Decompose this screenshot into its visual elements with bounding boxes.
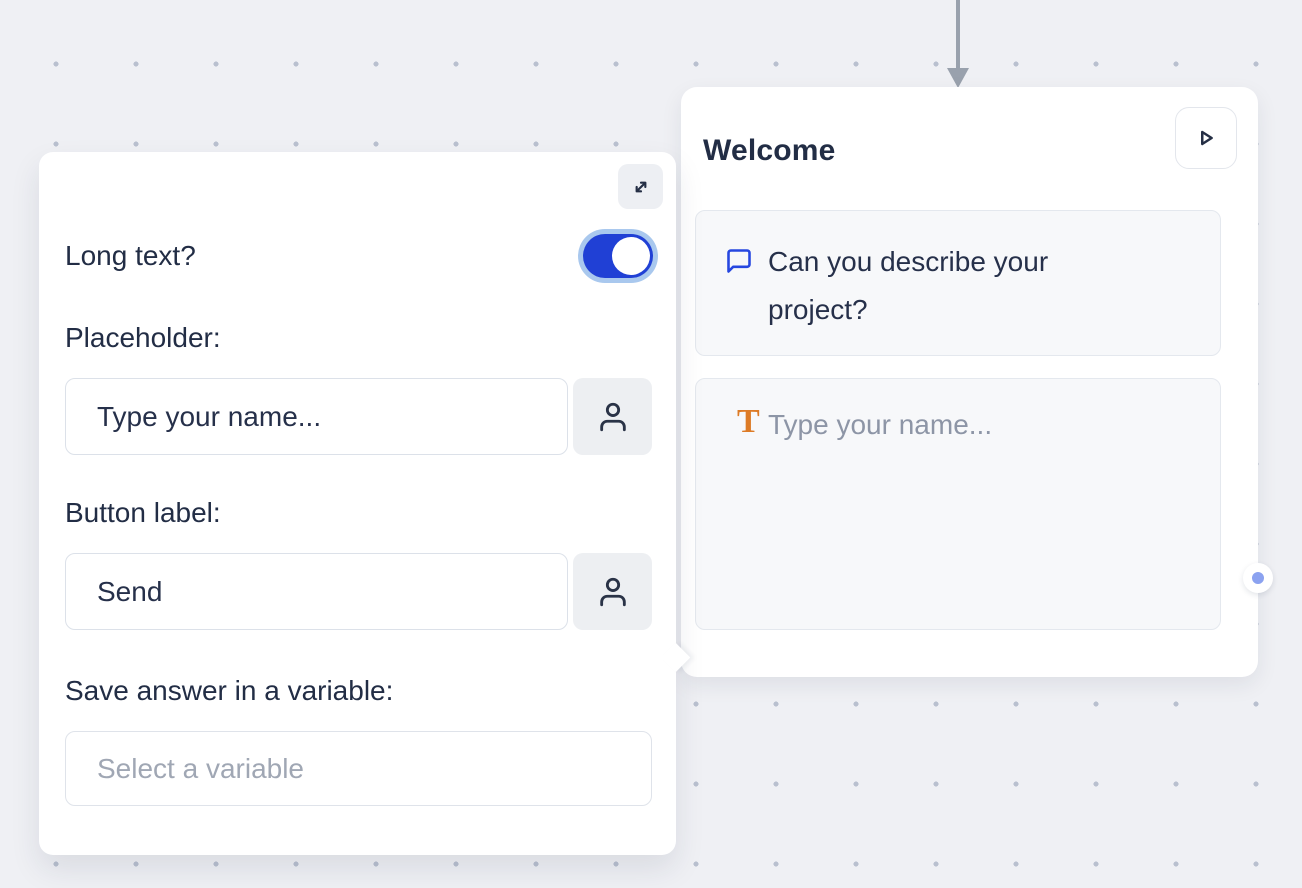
text-input-block[interactable]: T Type your name...: [695, 378, 1221, 630]
text-bubble-block[interactable]: Can you describe your project?: [695, 210, 1221, 356]
save-variable-label: Save answer in a variable:: [65, 675, 393, 707]
play-icon: [1191, 123, 1221, 153]
insert-variable-button-label[interactable]: [573, 553, 652, 630]
text-input-icon: T: [737, 403, 760, 441]
group-title: Welcome: [703, 134, 836, 168]
connection-point[interactable]: [1243, 563, 1273, 593]
chat-bubble-icon: [725, 247, 753, 275]
button-label-label: Button label:: [65, 497, 221, 529]
bubble-text: Can you describe your project?: [768, 238, 1138, 334]
placeholder-label: Placeholder:: [65, 322, 221, 354]
expand-diagonal-icon: [628, 174, 654, 200]
user-icon: [596, 400, 630, 434]
toggle-knob: [612, 237, 650, 275]
play-button[interactable]: [1175, 107, 1237, 169]
settings-popover: Long text? Placeholder: Button label: Sa…: [39, 152, 676, 855]
flow-canvas[interactable]: Welcome Can you describe your project? T…: [0, 0, 1302, 888]
expand-button[interactable]: [618, 164, 663, 209]
insert-variable-button-placeholder[interactable]: [573, 378, 652, 455]
user-icon: [596, 575, 630, 609]
long-text-label: Long text?: [65, 240, 196, 272]
button-label-input[interactable]: [65, 553, 568, 630]
placeholder-input[interactable]: [65, 378, 568, 455]
input-preview-placeholder: Type your name...: [768, 409, 992, 441]
connection-point-ring: [1252, 572, 1264, 584]
group-node-welcome[interactable]: Welcome Can you describe your project? T…: [681, 87, 1258, 677]
variable-select-input[interactable]: [65, 731, 652, 806]
long-text-toggle[interactable]: [583, 234, 653, 278]
